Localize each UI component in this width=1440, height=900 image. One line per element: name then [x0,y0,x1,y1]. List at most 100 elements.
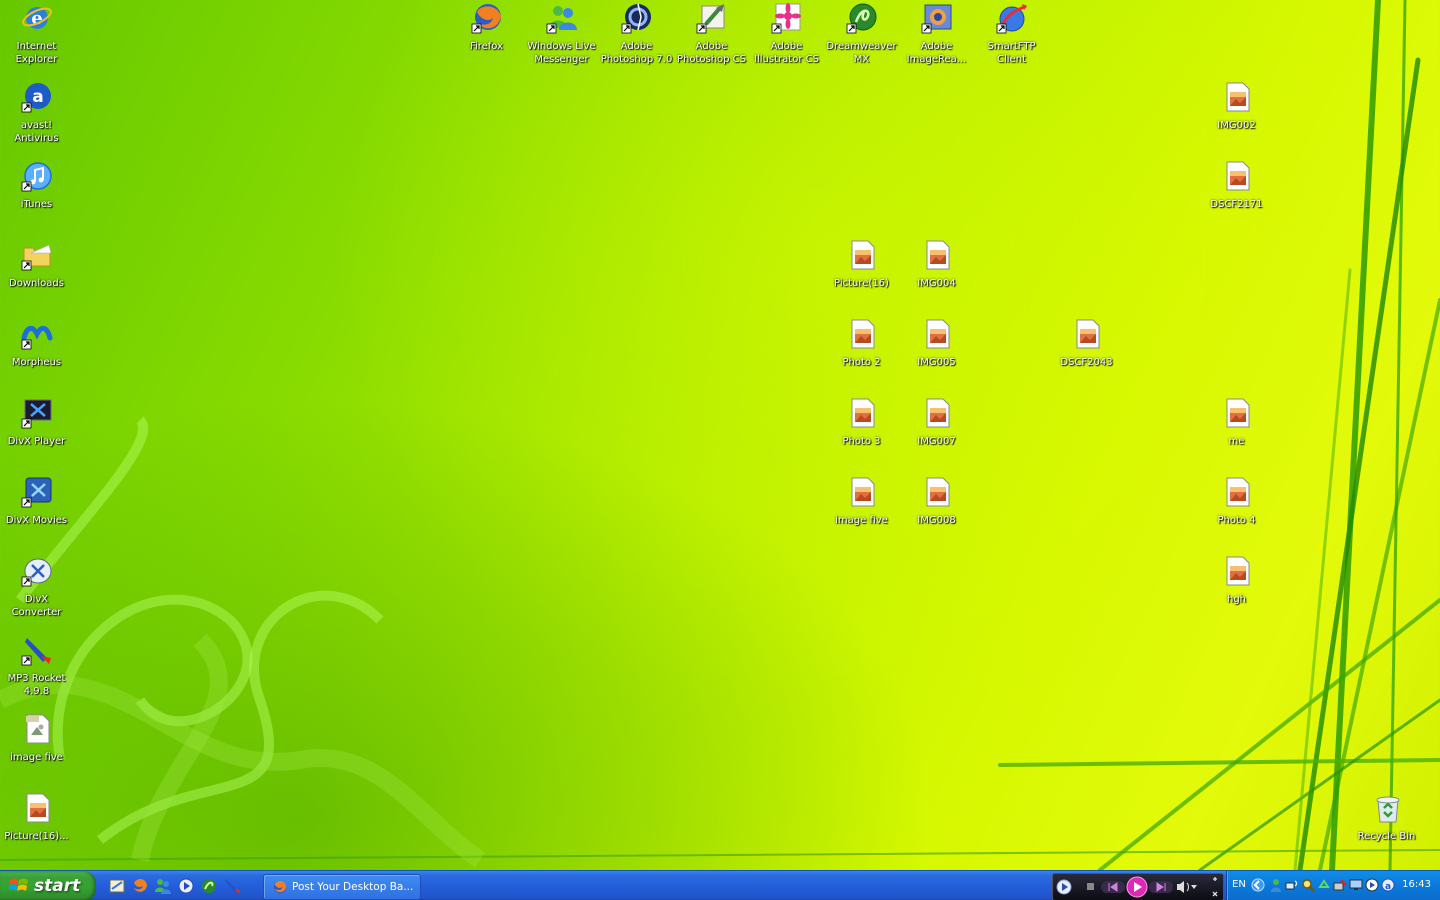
icon-label: DSCF2043 [1060,357,1113,368]
messenger-icon [546,6,577,34]
illustrator-cs-icon [771,3,801,34]
avast-icon: a [21,83,51,113]
itunes-shortcut[interactable]: iTunes [0,160,74,211]
image-file-icon [1076,319,1099,349]
display-icon[interactable] [1349,878,1363,892]
image-five-file[interactable]: image five [824,476,899,527]
icon-label: avast! Antivirus [14,120,59,144]
start-button[interactable]: start [0,871,96,900]
image-five-tiff-file[interactable]: image five [0,713,74,764]
messenger-quicklaunch-icon[interactable] [154,877,172,895]
safely-remove-hardware-icon[interactable] [1333,878,1347,892]
taskbar-window-title: Post Your Desktop Ba... [292,881,414,893]
me-file[interactable]: me [1199,397,1274,448]
image-file-icon [851,240,874,270]
play-icon[interactable] [1126,876,1148,898]
icon-label: Internet Explorer [15,41,58,65]
icon-label: DSCF2171 [1210,199,1263,210]
hgh-file[interactable]: hgh [1199,555,1274,606]
icon-label: Photo 3 [842,436,881,447]
recycle-status-icon[interactable] [1317,878,1331,892]
icon-label: Adobe Illustrator CS [754,41,819,65]
search-icon[interactable] [1301,878,1315,892]
taskbar-window-button[interactable]: Post Your Desktop Ba... [263,874,421,900]
media-player-toolbar [1052,873,1224,900]
mp3-rocket-shortcut[interactable]: MP3 Rocket 4.9.8 [0,634,74,698]
img008-file[interactable]: IMG008 [899,476,974,527]
icon-label: Dreamweaver MX [826,41,897,65]
img005-file[interactable]: IMG005 [899,318,974,369]
dreamweaver-icon [846,3,876,34]
picture16-left-file[interactable]: Picture(16)... [0,792,74,843]
previous-icon[interactable] [1101,881,1125,893]
divx-converter-shortcut[interactable]: DivX Converter [0,555,74,619]
downloads-shortcut[interactable]: Downloads [0,239,74,290]
icon-label: Adobe Photoshop 7.0 [600,41,673,65]
morpheus-icon [21,326,52,350]
system-tray: EN a 16:43 [1226,871,1440,900]
imageready-shortcut[interactable]: Adobe ImageRea... [899,2,974,66]
smartftp-shortcut[interactable]: SmartFTP Client [974,2,1049,66]
dreamweaver-shortcut[interactable]: Dreamweaver MX [824,2,899,66]
icon-label: IMG007 [917,436,956,447]
stop-icon[interactable] [1087,883,1094,890]
photo3-file[interactable]: Photo 3 [824,397,899,448]
firefox-quicklaunch-icon[interactable] [131,877,149,895]
photoshop-cs-shortcut[interactable]: Adobe Photoshop CS [674,2,749,66]
media-status-icon[interactable] [1365,878,1379,892]
picture16-file[interactable]: Picture(16) [824,239,899,290]
icon-label: IMG008 [917,515,956,526]
itunes-icon [21,162,52,192]
restore-player-icon[interactable] [1056,879,1072,895]
dreamweaver-quicklaunch-icon[interactable] [200,877,218,895]
clock[interactable]: 16:43 [1402,879,1431,890]
internet-explorer-shortcut[interactable]: e Internet Explorer [0,2,74,66]
img002-file[interactable]: IMG002 [1199,81,1274,132]
player-options-icon[interactable] [1212,877,1218,897]
photo2-file[interactable]: Photo 2 [824,318,899,369]
icon-label: DivX Player [7,436,66,447]
icon-label: MP3 Rocket 4.9.8 [7,673,66,697]
next-icon[interactable] [1149,881,1173,893]
avast-shortcut[interactable]: a avast! Antivirus [0,81,74,145]
divx-movies-icon [21,477,51,508]
recycle-bin[interactable]: Recycle Bin [1349,792,1424,843]
volume-icon[interactable] [1177,881,1189,893]
firefox-shortcut[interactable]: Firefox [449,2,524,53]
img007-file[interactable]: IMG007 [899,397,974,448]
dscf2043-file[interactable]: DSCF2043 [1049,318,1124,369]
show-hidden-icons-icon[interactable] [1251,878,1265,892]
show-desktop-icon[interactable] [108,877,126,895]
language-indicator[interactable]: EN [1232,879,1246,890]
icon-label: Picture(16)... [4,831,69,842]
icon-label: iTunes [20,199,53,210]
img004-file[interactable]: IMG004 [899,239,974,290]
image-file-icon [926,477,949,507]
firefox-icon [471,4,501,34]
image-file-icon [926,319,949,349]
icon-label: Photo 4 [1217,515,1256,526]
icon-label: image five [10,752,63,763]
taskbar: start Post Your Desktop Ba... EN a 16:43 [0,870,1440,900]
icon-label: IMG002 [1217,120,1256,131]
photoshop7-shortcut[interactable]: Adobe Photoshop 7.0 [599,2,674,66]
messenger-status-icon[interactable] [1269,878,1283,892]
morpheus-shortcut[interactable]: Morpheus [0,318,74,369]
divx-movies-shortcut[interactable]: DivX Movies [0,476,74,527]
media-player-quicklaunch-icon[interactable] [177,877,195,895]
image-file-icon [1226,161,1249,191]
dscf2171-file[interactable]: DSCF2171 [1199,160,1274,211]
divx-player-shortcut[interactable]: DivX Player [0,397,74,448]
photo4-file[interactable]: Photo 4 [1199,476,1274,527]
icon-label: SmartFTP Client [987,41,1036,65]
illustrator-cs-shortcut[interactable]: Adobe Illustrator CS [749,2,824,66]
icon-label: DivX Movies [5,515,68,526]
network-icon[interactable] [1285,878,1299,892]
avast-tray-icon[interactable]: a [1381,878,1395,892]
windows-live-messenger-shortcut[interactable]: Windows Live Messenger [524,2,599,66]
icon-label: Adobe Photoshop CS [676,41,747,65]
folder-icon [21,244,51,271]
image-file-icon [851,319,874,349]
mp3-rocket-quicklaunch-icon[interactable] [223,877,241,895]
dropdown-arrow-icon[interactable] [1191,885,1197,889]
